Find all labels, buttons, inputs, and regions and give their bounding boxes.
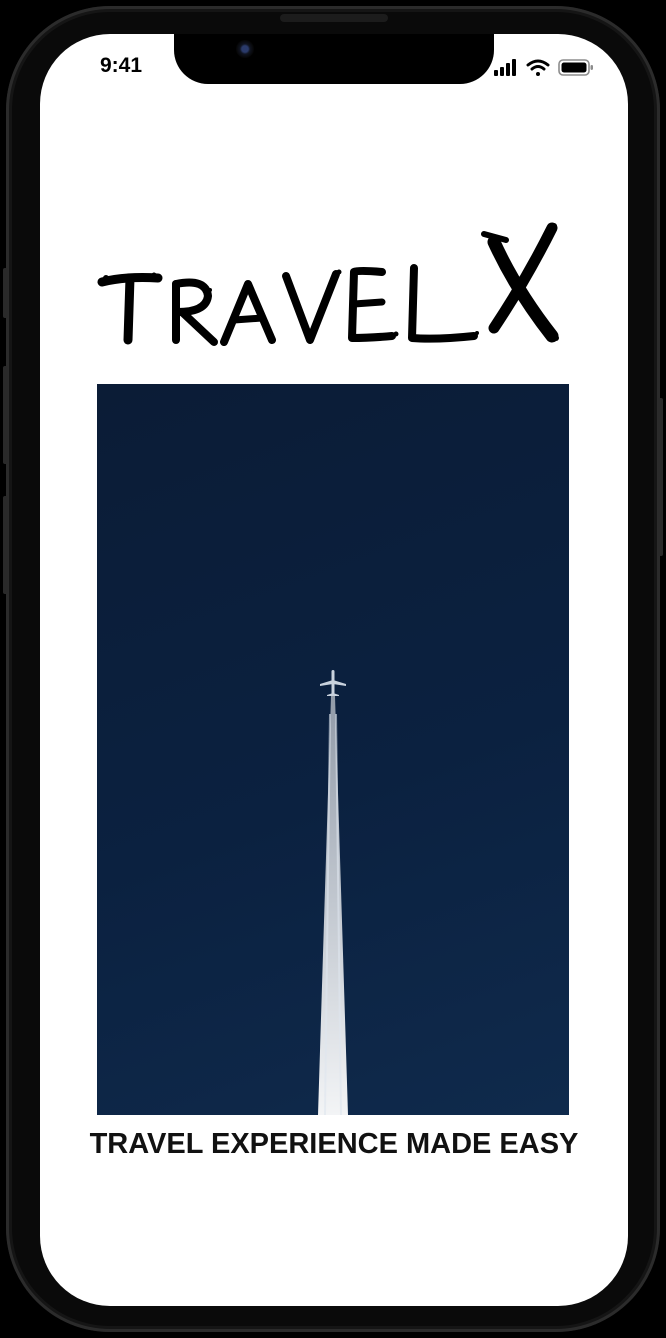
battery-icon — [558, 59, 593, 76]
front-camera-icon — [236, 40, 254, 58]
tagline: TRAVEL EXPERIENCE MADE EASY — [89, 1128, 579, 1160]
airplane-icon — [320, 670, 346, 696]
travelx-logo — [97, 222, 559, 346]
phone-device: 9:41 TRAVEL EXPERIENCE MADE EASY — [0, 0, 666, 1338]
wifi-icon — [526, 59, 550, 76]
status-bar-time: 9:41 — [100, 54, 143, 77]
notch — [174, 34, 494, 84]
cellular-signal-icon — [494, 59, 516, 76]
status-bar-icons — [494, 59, 593, 76]
earpiece-speaker — [280, 14, 388, 22]
volume-up-button — [3, 366, 8, 464]
silent-switch — [3, 268, 8, 318]
airplane-contrail-icon — [318, 670, 348, 1115]
hero-image — [97, 384, 569, 1115]
volume-down-button — [3, 496, 8, 594]
power-button — [658, 398, 663, 556]
